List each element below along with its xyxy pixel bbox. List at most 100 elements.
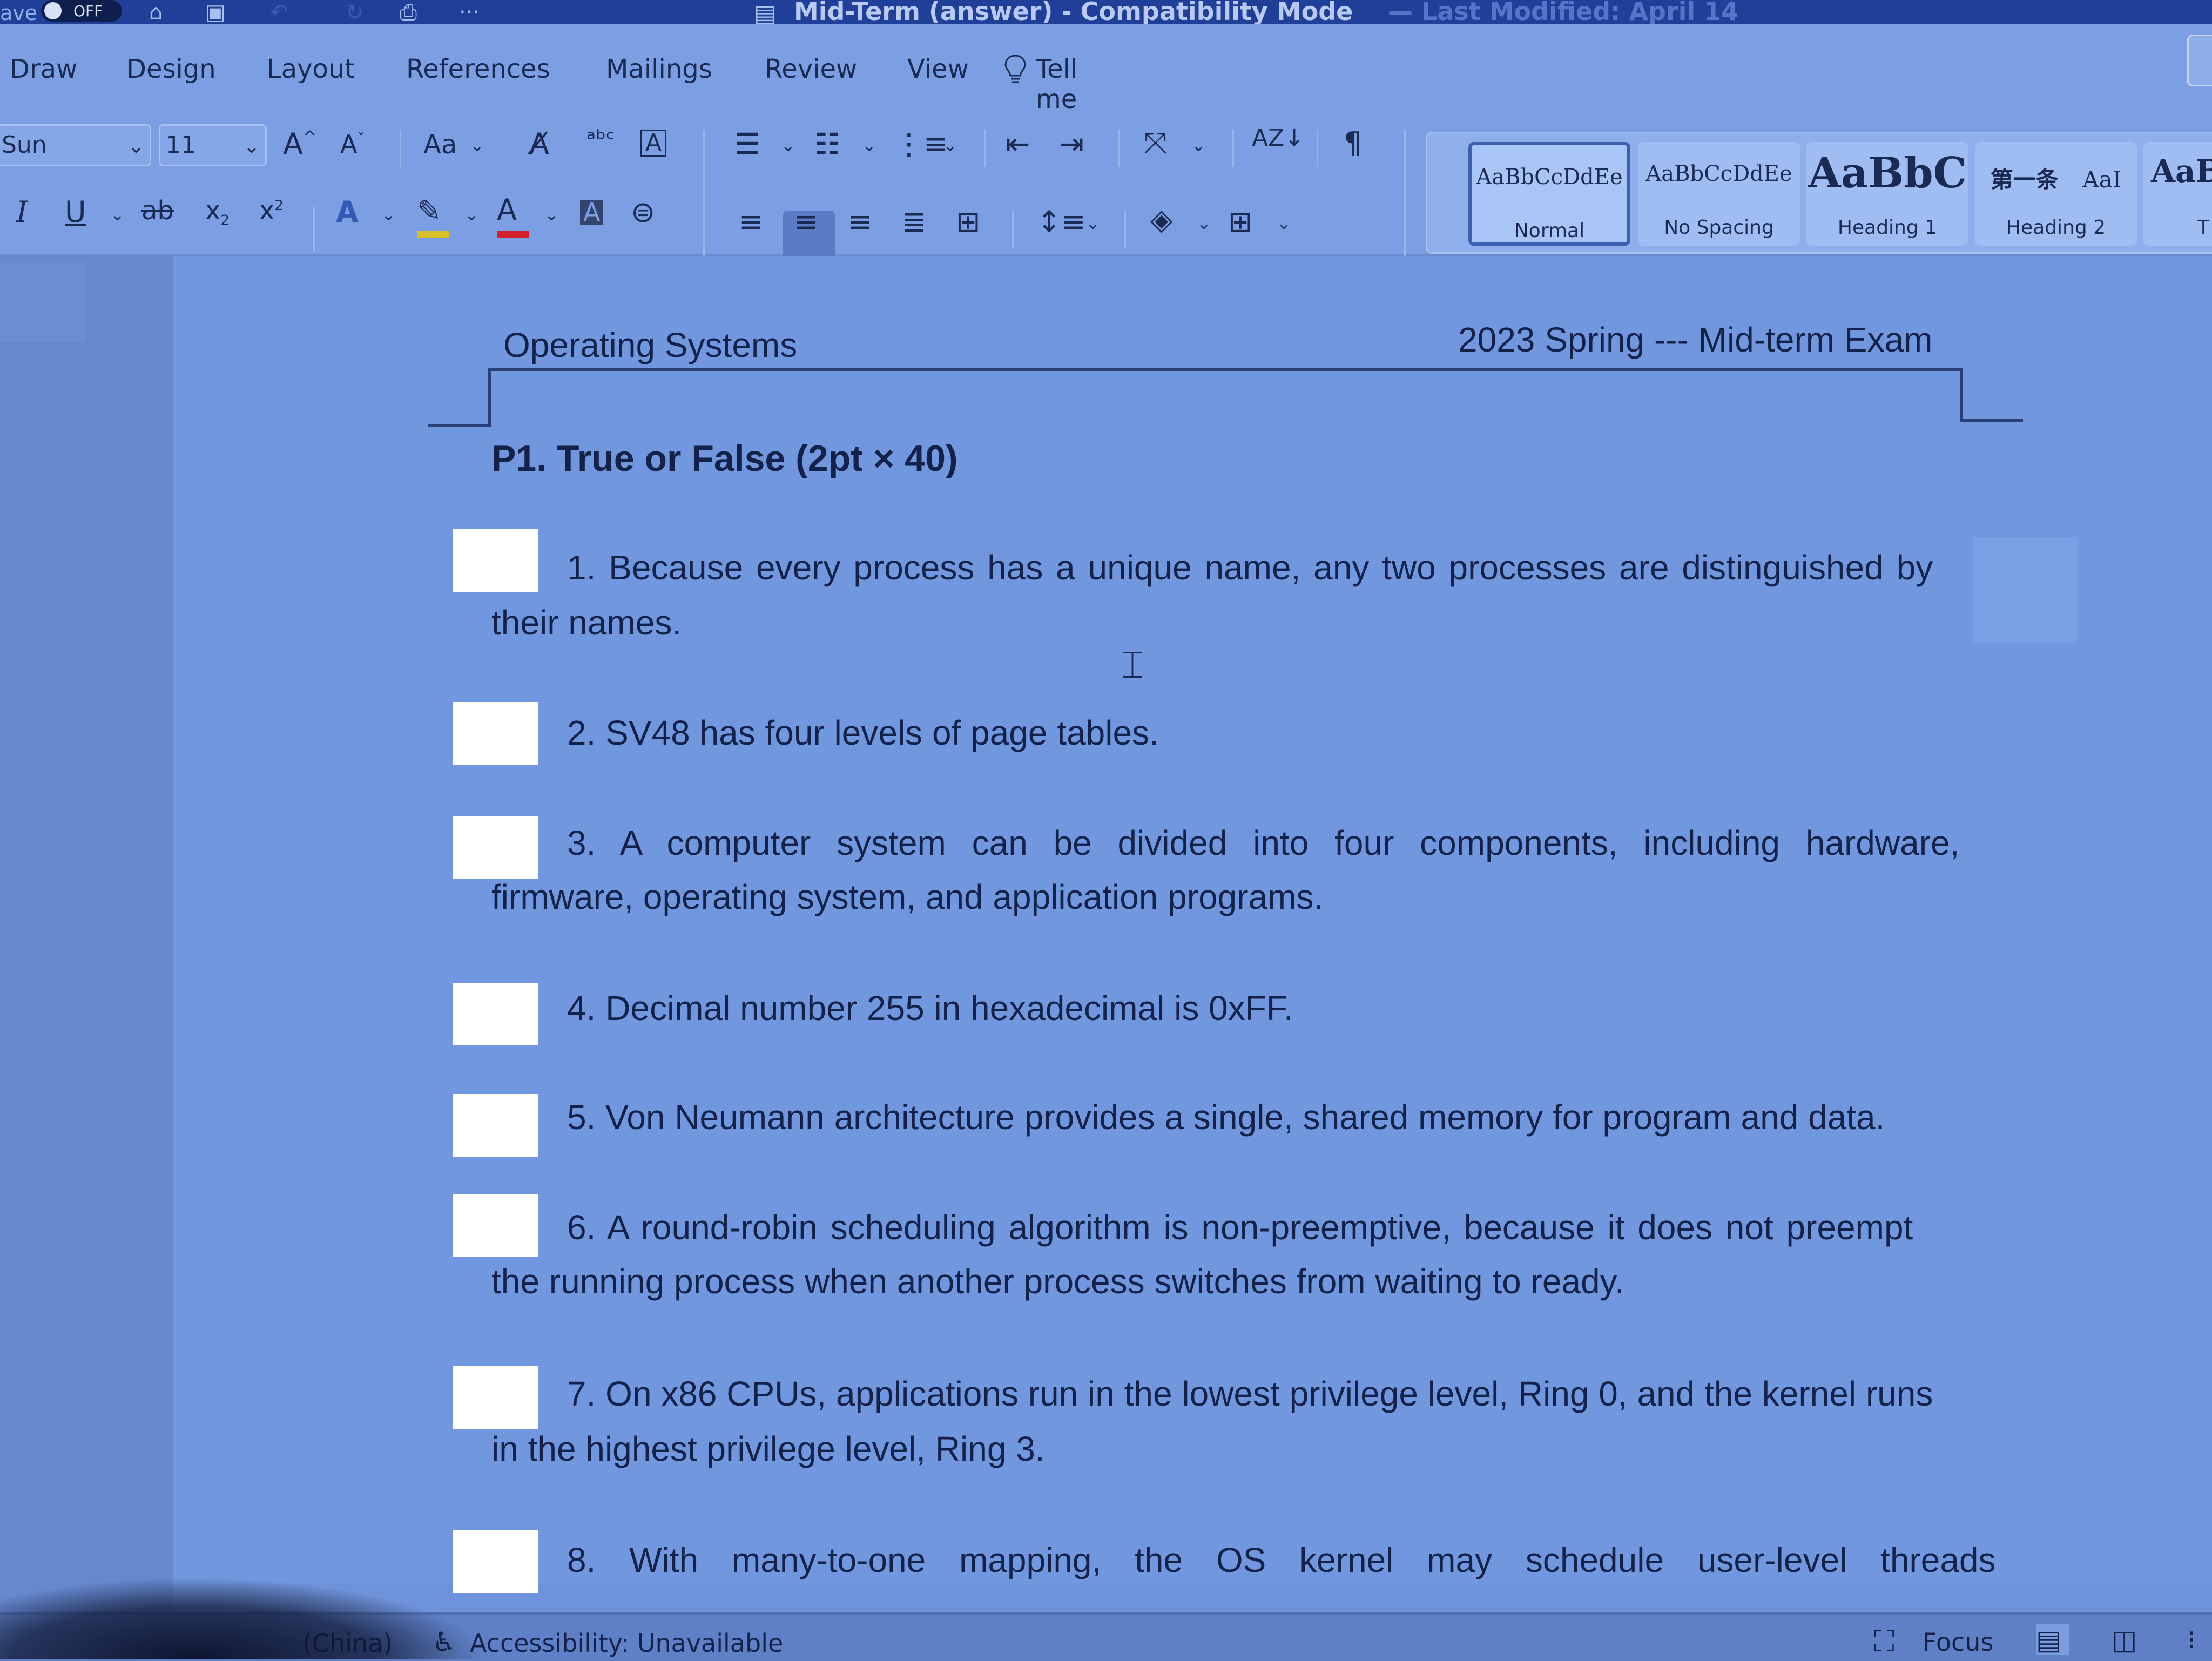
clear-formatting-icon[interactable]: A̸ (529, 130, 549, 159)
shrink-font-icon[interactable]: Aˇ (340, 132, 365, 157)
autosave-label: ave (0, 1, 38, 25)
chevron-down-icon[interactable]: ⌄ (470, 135, 484, 156)
question-line: 2. SV48 has four levels of page tables. (567, 713, 1159, 752)
numbering-icon[interactable]: ☷ (814, 130, 840, 159)
chevron-down-icon[interactable]: ⌄ (1277, 213, 1291, 233)
subscript-icon[interactable]: x2 (205, 198, 230, 227)
chevron-down-icon[interactable]: ⌄ (381, 204, 396, 225)
undo-icon[interactable]: ↶ (270, 0, 288, 25)
answer-box[interactable] (453, 983, 538, 1045)
question-line: their names. (491, 603, 682, 642)
show-formatting-marks-icon[interactable]: ¶ (1344, 129, 1362, 158)
answer-box[interactable] (453, 1366, 538, 1429)
chevron-down-icon[interactable]: ⌄ (1191, 135, 1206, 156)
style-heading-2[interactable]: 第一条 AaI Heading 2 (1975, 142, 2137, 246)
distributed-icon[interactable]: ⊞ (956, 207, 980, 237)
chevron-down-icon[interactable]: ⌄ (544, 204, 559, 225)
enclose-characters-icon[interactable]: ⊜ (631, 198, 655, 227)
align-left-icon[interactable]: ≡ (739, 207, 763, 237)
bullets-icon[interactable]: ☰ (734, 130, 760, 159)
highlight-color-bar (417, 231, 449, 238)
tab-mailings[interactable]: Mailings (606, 54, 712, 84)
more-icon[interactable]: ··· (459, 0, 480, 25)
tab-draw[interactable]: Draw (10, 54, 77, 84)
chevron-down-icon[interactable]: ⌄ (464, 204, 479, 225)
separator (313, 207, 315, 251)
accessibility-status[interactable]: Accessibility: Unavailable (470, 1629, 783, 1658)
style-preview: AaBbCcDdEe (1645, 161, 1792, 186)
header-rule (488, 368, 1960, 371)
strikethrough-icon[interactable]: ab (141, 198, 174, 224)
separator (1012, 211, 1014, 248)
question-line: 7. On x86 CPUs, applications run in the … (567, 1374, 1933, 1413)
home-icon[interactable]: ⌂ (149, 0, 163, 25)
answer-box[interactable] (453, 816, 538, 879)
tab-design[interactable]: Design (126, 54, 216, 84)
font-name-value: Sun (2, 131, 47, 159)
chevron-down-icon[interactable]: ⌄ (1085, 213, 1100, 233)
style-normal[interactable]: AaBbCcDdEe Normal (1468, 142, 1630, 246)
print-icon[interactable]: ⎙ (400, 0, 417, 25)
chevron-down-icon[interactable]: ⌄ (862, 135, 876, 156)
tab-review[interactable]: Review (765, 54, 857, 84)
grow-font-icon[interactable]: A^ (283, 130, 316, 159)
sort-icon[interactable]: AZ↓ (1252, 126, 1304, 150)
save-icon[interactable]: ▣ (205, 0, 226, 25)
style-no-spacing[interactable]: AaBbCcDdEe No Spacing (1638, 142, 1800, 246)
decrease-indent-icon[interactable]: ⇤ (1006, 130, 1030, 159)
shading-icon[interactable]: ◈ (1150, 205, 1173, 234)
share-button[interactable] (2187, 35, 2212, 86)
text-effects-icon[interactable]: A (336, 198, 359, 227)
language-indicator[interactable]: (China) (302, 1629, 393, 1658)
tab-references[interactable]: References (406, 54, 550, 84)
tab-layout[interactable]: Layout (267, 54, 355, 84)
answer-box[interactable] (453, 1530, 538, 1593)
chevron-down-icon[interactable]: ⌄ (1197, 213, 1211, 233)
answer-box[interactable] (453, 529, 538, 592)
style-title[interactable]: AaB T (2143, 142, 2212, 246)
tell-me-search[interactable]: Tell me (1036, 54, 1077, 114)
highlight-icon[interactable]: ✎ (417, 197, 441, 226)
borders-icon[interactable]: ⊞ (1228, 207, 1252, 237)
align-right-icon[interactable]: ≡ (848, 207, 872, 237)
separator (1232, 130, 1234, 167)
answer-box[interactable] (453, 1094, 538, 1157)
superscript-icon[interactable]: x2 (259, 198, 284, 224)
document-page[interactable]: Operating Systems 2023 Spring --- Mid-te… (173, 256, 2212, 1593)
font-color-icon[interactable]: A (497, 195, 517, 225)
header-rule (488, 368, 491, 427)
change-case-button[interactable]: Aa (423, 132, 457, 158)
tab-view[interactable]: View (907, 54, 969, 84)
font-name-dropdown[interactable]: Sun ⌄ (0, 124, 151, 166)
chevron-down-icon[interactable]: ⌄ (781, 135, 795, 156)
phonetic-guide-icon[interactable]: ᵃᵇᶜ (586, 127, 615, 151)
style-heading-1[interactable]: AaBbC Heading 1 (1806, 142, 1968, 246)
justify-icon[interactable]: ≣ (902, 207, 926, 237)
chevron-down-icon[interactable]: ⌄ (943, 135, 957, 156)
question-line: 3. A computer system can be divided into… (567, 823, 1960, 862)
web-layout-view-icon[interactable]: ◫ (2112, 1624, 2145, 1656)
answer-box[interactable] (453, 1194, 538, 1257)
print-layout-view-icon[interactable]: ▤ (2036, 1624, 2069, 1656)
focus-icon: ⛶ (1874, 1624, 1894, 1658)
character-border-icon[interactable]: A (640, 130, 667, 157)
style-name: No Spacing (1664, 217, 1774, 239)
chevron-down-icon[interactable]: ⌄ (110, 204, 125, 225)
autosave-toggle[interactable]: OFF (41, 0, 122, 22)
character-shading-icon[interactable]: A (580, 200, 604, 225)
increase-indent-icon[interactable]: ⇥ (1060, 130, 1084, 159)
underline-icon[interactable]: U (65, 198, 86, 227)
align-center-icon[interactable]: ≡ (794, 207, 818, 237)
text-direction-icon[interactable]: ⤧ (1144, 129, 1167, 158)
multilevel-list-icon[interactable]: ⋮≡ (894, 130, 948, 159)
line-spacing-icon[interactable]: ↕≡ (1037, 207, 1086, 237)
focus-view-icon[interactable]: ⁝ (2187, 1624, 2212, 1656)
chevron-down-icon: ⌄ (243, 136, 260, 158)
chevron-down-icon: ⌄ (127, 136, 144, 158)
focus-button[interactable]: Focus (1923, 1628, 1993, 1657)
styles-gallery: AaBbCcDdEe Normal AaBbCcDdEe No Spacing … (1426, 132, 2212, 254)
italic-icon[interactable]: I (16, 198, 28, 227)
font-size-dropdown[interactable]: 11 ⌄ (159, 124, 267, 166)
answer-box[interactable] (453, 702, 538, 765)
redo-icon[interactable]: ↻ (346, 0, 364, 25)
